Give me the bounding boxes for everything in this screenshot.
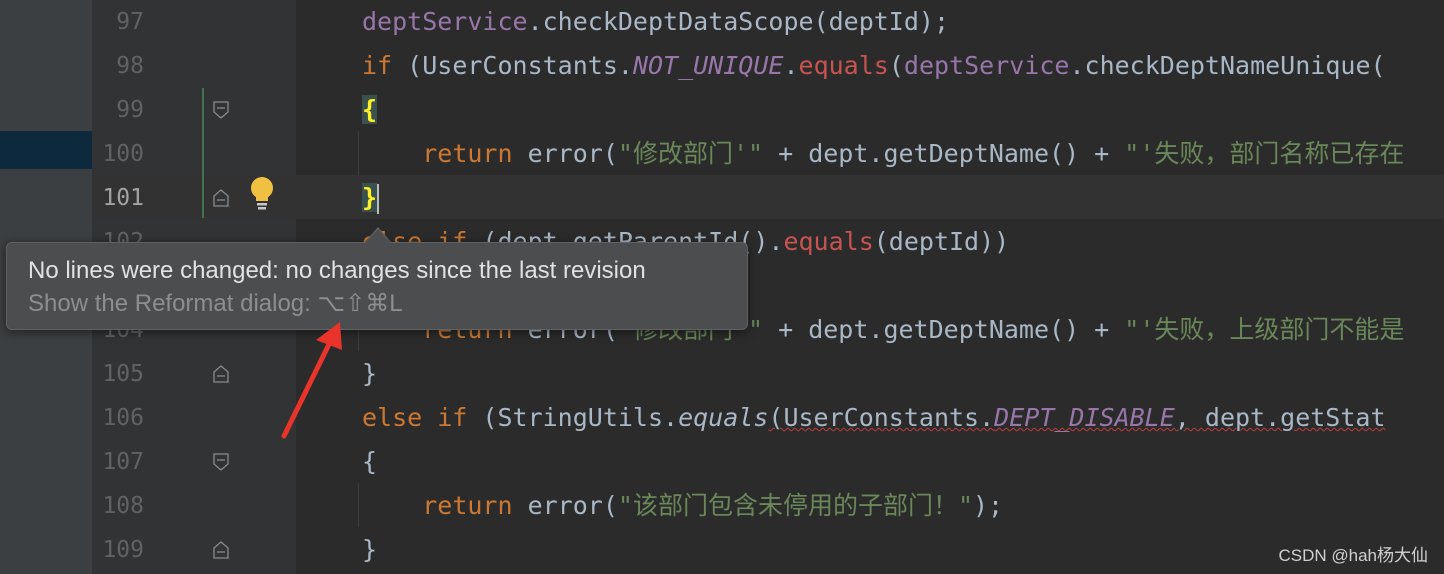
code-line[interactable]: { (362, 88, 378, 132)
code-token: , dept.getStat (1174, 403, 1386, 432)
code-token: "'失败，上级部门不能是 (1124, 315, 1405, 344)
code-token: "修改部门'" (617, 139, 764, 168)
line-number: 109 (102, 537, 144, 563)
code-token: + dept.getDeptName() + (763, 315, 1125, 344)
fold-close-icon[interactable] (213, 541, 229, 559)
matched-brace: { (362, 95, 378, 124)
tool-window-selection (0, 131, 92, 169)
code-line[interactable]: deptService.checkDeptDataScope(deptId); (362, 0, 949, 44)
code-token: } (362, 535, 378, 564)
code-token: . (783, 51, 799, 80)
line-number: 106 (102, 405, 144, 431)
code-token: } (362, 359, 378, 388)
code-line[interactable]: return error("该部门包含未停用的子部门！"); (362, 484, 1003, 528)
code-line[interactable]: else if (StringUtils.equals(UserConstant… (362, 396, 1386, 440)
code-line[interactable]: { (362, 440, 377, 484)
code-token: return (422, 139, 513, 168)
line-number: 100 (102, 141, 144, 167)
indent-guide (358, 131, 359, 175)
reformat-dialog-link[interactable]: Show the Reformat dialog: ⌥⇧⌘L (28, 289, 403, 318)
line-number: 97 (116, 9, 144, 35)
fold-close-icon[interactable] (213, 189, 229, 207)
fold-open-icon[interactable] (213, 101, 229, 119)
code-token: equals (678, 403, 769, 432)
code-token: "该部门包含未停用的子部门！" (617, 491, 973, 520)
tooltip-pointer-fill (366, 229, 390, 243)
code-token: (deptId)) (873, 227, 1010, 256)
code-token: error( (512, 491, 618, 520)
fold-open-icon[interactable] (213, 453, 229, 471)
code-token: (UserConstants. (768, 403, 995, 432)
code-token: equals (783, 227, 874, 256)
code-token: else if (362, 403, 468, 432)
code-token: ( (888, 51, 904, 80)
code-token: .checkDeptDataScope(deptId); (527, 7, 950, 36)
indent-guide (358, 483, 359, 527)
code-token: ); (973, 491, 1004, 520)
caret-row-highlight (92, 175, 1444, 219)
code-line[interactable]: return error("修改部门'" + dept.getDeptName(… (362, 132, 1404, 176)
reformat-tooltip: No lines were changed: no changes since … (6, 242, 748, 330)
code-line[interactable]: } (362, 528, 377, 572)
red-arrow-annotation (281, 322, 342, 439)
code-token: equals (798, 51, 889, 80)
line-number: 99 (116, 97, 144, 123)
code-token: return (422, 491, 513, 520)
line-number: 105 (102, 361, 144, 387)
code-token: + dept.getDeptName() + (763, 139, 1125, 168)
code-token: deptService (362, 7, 528, 36)
text-caret (377, 184, 380, 214)
code-line[interactable]: } (362, 176, 380, 220)
code-token: deptService (903, 51, 1070, 80)
code-token: (UserConstants. (392, 51, 633, 80)
watermark: CSDN @hah杨大仙 (1278, 546, 1428, 565)
matched-brace: } (362, 183, 378, 212)
line-number: 107 (102, 449, 144, 475)
code-token: { (362, 447, 378, 476)
line-number-current: 101 (102, 185, 144, 211)
fold-close-icon[interactable] (213, 365, 229, 383)
code-line[interactable]: } (362, 352, 377, 396)
code-token: NOT_UNIQUE (632, 51, 784, 80)
code-token: "'失败，部门名称已存在 (1124, 139, 1405, 168)
line-number: 98 (116, 53, 144, 79)
code-token: .checkDeptNameUnique( (1069, 51, 1386, 80)
code-token: (StringUtils. (467, 403, 679, 432)
code-token: error( (512, 139, 618, 168)
tooltip-message: No lines were changed: no changes since … (28, 257, 646, 284)
code-token: DEPT_DISABLE (994, 403, 1175, 432)
lightbulb-icon[interactable] (249, 176, 275, 212)
line-number: 108 (102, 493, 144, 519)
code-token: if (362, 51, 393, 80)
code-line[interactable]: if (UserConstants.NOT_UNIQUE.equals(dept… (362, 44, 1386, 88)
vcs-change-marker[interactable] (202, 88, 204, 218)
